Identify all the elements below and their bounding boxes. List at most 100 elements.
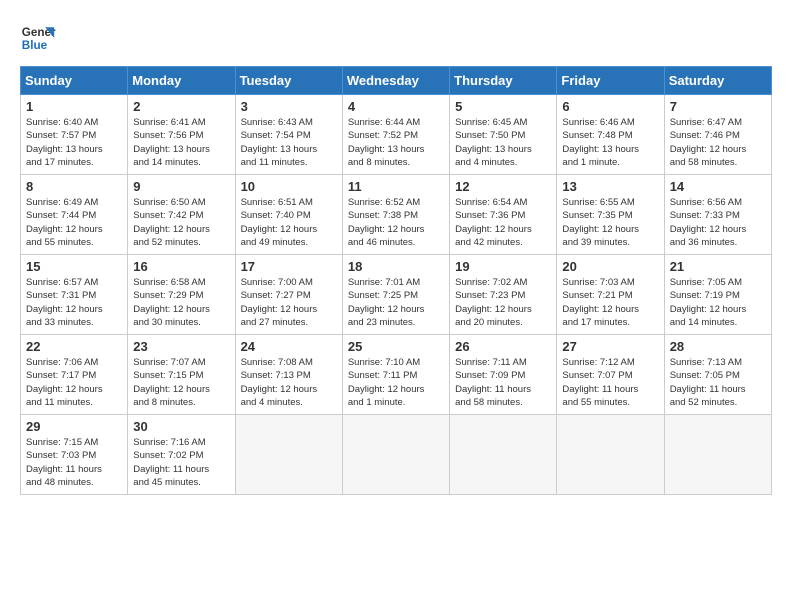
col-header-tuesday: Tuesday [235,67,342,95]
col-header-friday: Friday [557,67,664,95]
day-number: 26 [455,339,551,354]
calendar-week-row: 22 Sunrise: 7:06 AM Sunset: 7:17 PM Dayli… [21,335,772,415]
calendar-cell [450,415,557,495]
calendar-cell: 3Sunrise: 6:43 AM Sunset: 7:54 PM Daylig… [235,95,342,175]
calendar-cell: 27 Sunrise: 7:12 AM Sunset: 7:07 PM Dayli… [557,335,664,415]
calendar-cell: 22 Sunrise: 7:06 AM Sunset: 7:17 PM Dayli… [21,335,128,415]
day-number: 20 [562,259,658,274]
day-info: Sunrise: 7:13 AM Sunset: 7:05 PM Dayligh… [670,356,766,409]
calendar-cell: 9 Sunrise: 6:50 AM Sunset: 7:42 PM Daylig… [128,175,235,255]
calendar-cell: 29 Sunrise: 7:15 AM Sunset: 7:03 PM Dayli… [21,415,128,495]
calendar-cell: 17 Sunrise: 7:00 AM Sunset: 7:27 PM Dayli… [235,255,342,335]
day-info: Sunrise: 6:41 AM Sunset: 7:56 PM Dayligh… [133,116,229,169]
calendar-cell: 4Sunrise: 6:44 AM Sunset: 7:52 PM Daylig… [342,95,449,175]
calendar-cell: 1 Sunrise: 6:40 AM Sunset: 7:57 PM Daylig… [21,95,128,175]
calendar-cell: 12Sunrise: 6:54 AM Sunset: 7:36 PM Dayli… [450,175,557,255]
calendar-cell: 8 Sunrise: 6:49 AM Sunset: 7:44 PM Daylig… [21,175,128,255]
calendar-cell: 16 Sunrise: 6:58 AM Sunset: 7:29 PM Dayli… [128,255,235,335]
day-info: Sunrise: 6:51 AM Sunset: 7:40 PM Dayligh… [241,196,337,249]
day-info: Sunrise: 6:57 AM Sunset: 7:31 PM Dayligh… [26,276,122,329]
calendar-cell: 24 Sunrise: 7:08 AM Sunset: 7:13 PM Dayli… [235,335,342,415]
day-info: Sunrise: 7:12 AM Sunset: 7:07 PM Dayligh… [562,356,658,409]
day-info: Sunrise: 6:58 AM Sunset: 7:29 PM Dayligh… [133,276,229,329]
day-number: 25 [348,339,444,354]
calendar-header-row: SundayMondayTuesdayWednesdayThursdayFrid… [21,67,772,95]
day-number: 27 [562,339,658,354]
header: General Blue [20,20,772,56]
day-info: Sunrise: 6:52 AM Sunset: 7:38 PM Dayligh… [348,196,444,249]
calendar-cell: 26Sunrise: 7:11 AM Sunset: 7:09 PM Dayli… [450,335,557,415]
logo: General Blue [20,20,56,56]
calendar-cell: 18 Sunrise: 7:01 AM Sunset: 7:25 PM Dayli… [342,255,449,335]
day-number: 19 [455,259,551,274]
day-number: 8 [26,179,122,194]
day-number: 5 [455,99,551,114]
calendar-cell: 20 Sunrise: 7:03 AM Sunset: 7:21 PM Dayli… [557,255,664,335]
calendar-week-row: 29 Sunrise: 7:15 AM Sunset: 7:03 PM Dayli… [21,415,772,495]
calendar-cell: 28 Sunrise: 7:13 AM Sunset: 7:05 PM Dayli… [664,335,771,415]
day-number: 23 [133,339,229,354]
day-info: Sunrise: 7:06 AM Sunset: 7:17 PM Dayligh… [26,356,122,409]
calendar-cell: 30 Sunrise: 7:16 AM Sunset: 7:02 PM Dayli… [128,415,235,495]
calendar-cell [342,415,449,495]
day-info: Sunrise: 6:54 AM Sunset: 7:36 PM Dayligh… [455,196,551,249]
day-info: Sunrise: 6:46 AM Sunset: 7:48 PM Dayligh… [562,116,658,169]
calendar-week-row: 8 Sunrise: 6:49 AM Sunset: 7:44 PM Daylig… [21,175,772,255]
day-info: Sunrise: 7:08 AM Sunset: 7:13 PM Dayligh… [241,356,337,409]
calendar-cell: 25 Sunrise: 7:10 AM Sunset: 7:11 PM Dayli… [342,335,449,415]
day-info: Sunrise: 7:15 AM Sunset: 7:03 PM Dayligh… [26,436,122,489]
day-number: 7 [670,99,766,114]
day-number: 17 [241,259,337,274]
day-info: Sunrise: 7:00 AM Sunset: 7:27 PM Dayligh… [241,276,337,329]
day-info: Sunrise: 6:45 AM Sunset: 7:50 PM Dayligh… [455,116,551,169]
day-info: Sunrise: 7:01 AM Sunset: 7:25 PM Dayligh… [348,276,444,329]
day-info: Sunrise: 6:44 AM Sunset: 7:52 PM Dayligh… [348,116,444,169]
day-info: Sunrise: 7:02 AM Sunset: 7:23 PM Dayligh… [455,276,551,329]
calendar-week-row: 1 Sunrise: 6:40 AM Sunset: 7:57 PM Daylig… [21,95,772,175]
calendar-cell: 15 Sunrise: 6:57 AM Sunset: 7:31 PM Dayli… [21,255,128,335]
day-number: 22 [26,339,122,354]
calendar-cell: 5 Sunrise: 6:45 AM Sunset: 7:50 PM Daylig… [450,95,557,175]
calendar-cell: 10Sunrise: 6:51 AM Sunset: 7:40 PM Dayli… [235,175,342,255]
col-header-wednesday: Wednesday [342,67,449,95]
day-number: 21 [670,259,766,274]
calendar-cell: 19 Sunrise: 7:02 AM Sunset: 7:23 PM Dayli… [450,255,557,335]
day-info: Sunrise: 6:55 AM Sunset: 7:35 PM Dayligh… [562,196,658,249]
day-info: Sunrise: 7:16 AM Sunset: 7:02 PM Dayligh… [133,436,229,489]
day-number: 30 [133,419,229,434]
calendar-cell [557,415,664,495]
logo-icon: General Blue [20,20,56,56]
col-header-sunday: Sunday [21,67,128,95]
calendar-week-row: 15 Sunrise: 6:57 AM Sunset: 7:31 PM Dayli… [21,255,772,335]
day-info: Sunrise: 6:40 AM Sunset: 7:57 PM Dayligh… [26,116,122,169]
day-number: 28 [670,339,766,354]
day-info: Sunrise: 6:56 AM Sunset: 7:33 PM Dayligh… [670,196,766,249]
calendar-cell: 7 Sunrise: 6:47 AM Sunset: 7:46 PM Daylig… [664,95,771,175]
day-number: 16 [133,259,229,274]
day-number: 18 [348,259,444,274]
day-info: Sunrise: 6:49 AM Sunset: 7:44 PM Dayligh… [26,196,122,249]
calendar-cell: 6 Sunrise: 6:46 AM Sunset: 7:48 PM Daylig… [557,95,664,175]
day-info: Sunrise: 7:05 AM Sunset: 7:19 PM Dayligh… [670,276,766,329]
col-header-thursday: Thursday [450,67,557,95]
calendar-cell: 2Sunrise: 6:41 AM Sunset: 7:56 PM Daylig… [128,95,235,175]
day-number: 24 [241,339,337,354]
calendar-cell: 13Sunrise: 6:55 AM Sunset: 7:35 PM Dayli… [557,175,664,255]
day-number: 3 [241,99,337,114]
day-info: Sunrise: 7:07 AM Sunset: 7:15 PM Dayligh… [133,356,229,409]
calendar-cell [235,415,342,495]
calendar-cell [664,415,771,495]
day-number: 29 [26,419,122,434]
day-number: 1 [26,99,122,114]
day-info: Sunrise: 7:10 AM Sunset: 7:11 PM Dayligh… [348,356,444,409]
calendar-table: SundayMondayTuesdayWednesdayThursdayFrid… [20,66,772,495]
col-header-monday: Monday [128,67,235,95]
day-number: 6 [562,99,658,114]
day-info: Sunrise: 6:50 AM Sunset: 7:42 PM Dayligh… [133,196,229,249]
day-number: 9 [133,179,229,194]
svg-text:Blue: Blue [22,39,48,52]
day-number: 15 [26,259,122,274]
day-info: Sunrise: 6:47 AM Sunset: 7:46 PM Dayligh… [670,116,766,169]
calendar-cell: 21 Sunrise: 7:05 AM Sunset: 7:19 PM Dayli… [664,255,771,335]
day-info: Sunrise: 7:03 AM Sunset: 7:21 PM Dayligh… [562,276,658,329]
